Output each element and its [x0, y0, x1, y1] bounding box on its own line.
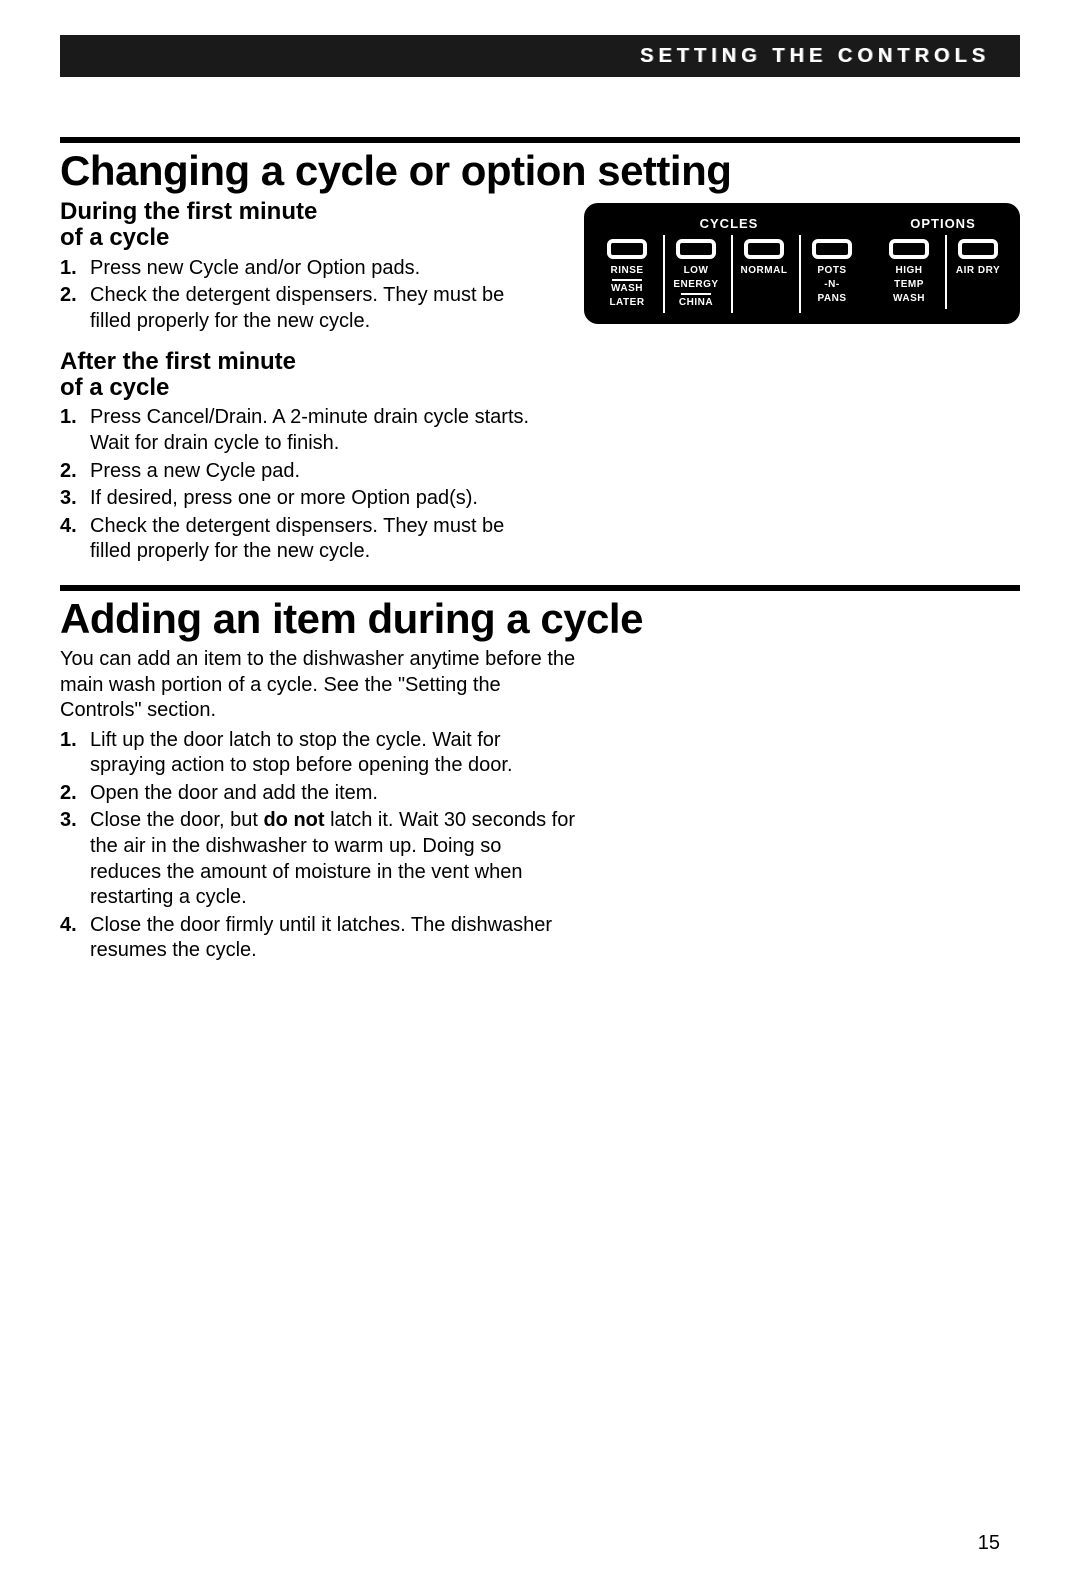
subhead-after: After the first minute of a cycle — [60, 349, 544, 402]
num: 1. — [60, 256, 82, 282]
adding-intro: You can add an item to the dishwasher an… — [60, 647, 577, 724]
list-item: 1. Press Cancel/Drain. A 2-minute drain … — [60, 405, 544, 456]
txt: If desired, press one or more Option pad… — [90, 486, 544, 512]
num: 2. — [60, 283, 82, 334]
list-item: 2. Open the door and add the item. — [60, 781, 577, 807]
num: 4. — [60, 913, 82, 964]
cycle-pad-1[interactable]: LOWENERGYCHINA — [663, 235, 727, 313]
seg: Close the door, but — [90, 809, 263, 831]
txt: Press a new Cycle pad. — [90, 459, 544, 485]
num: 4. — [60, 514, 82, 565]
list-item: 4. Check the detergent dispensers. They … — [60, 514, 544, 565]
pad-icon — [607, 239, 647, 259]
cycle-pad-0[interactable]: RINSEWASHLATER — [595, 235, 659, 313]
cycle-pad-2[interactable]: NORMAL — [731, 235, 795, 313]
list-adding: 1. Lift up the door latch to stop the cy… — [60, 728, 577, 964]
option-pad-1[interactable]: AIR DRY — [945, 235, 1009, 309]
pad-icon — [744, 239, 784, 259]
txt: Check the detergent dispensers. They mus… — [90, 514, 544, 565]
list-item: 2. Check the detergent dispensers. They … — [60, 283, 544, 334]
list-item: 2. Press a new Cycle pad. — [60, 459, 544, 485]
txt: Close the door, but do not latch it. Wai… — [90, 808, 577, 910]
txt: Open the door and add the item. — [90, 781, 577, 807]
list-after: 1. Press Cancel/Drain. A 2-minute drain … — [60, 405, 544, 565]
txt: Press Cancel/Drain. A 2-minute drain cyc… — [90, 405, 544, 456]
control-panel: CYCLES RINSEWASHLATER LOWENERGYCHINA NORMA… — [584, 203, 1020, 324]
section-title-change: Changing a cycle or option setting — [60, 147, 1020, 195]
options-row: HIGHTEMPWASH AIR DRY — [877, 235, 1009, 309]
cycles-row: RINSEWASHLATER LOWENERGYCHINA NORMAL POTS-N… — [595, 235, 863, 313]
subhead-after-line2: of a cycle — [60, 374, 169, 401]
cycles-group: CYCLES RINSEWASHLATER LOWENERGYCHINA NORMA… — [595, 214, 863, 313]
pad-label: AIR DRY — [956, 265, 1000, 277]
options-group: OPTIONS HIGHTEMPWASH AIR DRY — [877, 214, 1009, 313]
txt: Press new Cycle and/or Option pads. — [90, 256, 544, 282]
list-item: 1. Press new Cycle and/or Option pads. — [60, 256, 544, 282]
pad-label: POTS-N-PANS — [817, 265, 846, 305]
num: 1. — [60, 405, 82, 456]
list-during: 1. Press new Cycle and/or Option pads. 2… — [60, 256, 544, 335]
options-title: OPTIONS — [877, 214, 1009, 235]
header-title: SETTING THE CONTROLS — [640, 45, 990, 68]
pad-icon — [958, 239, 998, 259]
txt: Check the detergent dispensers. They mus… — [90, 283, 544, 334]
pad-label: NORMAL — [741, 265, 788, 277]
subhead-during-line2: of a cycle — [60, 224, 169, 251]
cycle-pad-3[interactable]: POTS-N-PANS — [799, 235, 863, 313]
num: 2. — [60, 459, 82, 485]
pad-label: HIGHTEMPWASH — [893, 265, 925, 305]
list-item: 4. Close the door firmly until it latche… — [60, 913, 577, 964]
num: 3. — [60, 808, 82, 910]
pad-icon — [812, 239, 852, 259]
seg-bold: do not — [263, 809, 324, 831]
pad-label: LOWENERGYCHINA — [673, 265, 718, 309]
cycles-title: CYCLES — [595, 214, 863, 235]
pad-icon — [676, 239, 716, 259]
subhead-during-line1: During the first minute — [60, 198, 317, 225]
num: 1. — [60, 728, 82, 779]
list-item: 3. Close the door, but do not latch it. … — [60, 808, 577, 910]
list-item: 3. If desired, press one or more Option … — [60, 486, 544, 512]
divider — [60, 585, 1020, 591]
num: 3. — [60, 486, 82, 512]
txt: Close the door firmly until it latches. … — [90, 913, 577, 964]
section-title-adding: Adding an item during a cycle — [60, 595, 1020, 643]
subhead-after-line1: After the first minute — [60, 348, 296, 375]
num: 2. — [60, 781, 82, 807]
divider — [60, 137, 1020, 143]
pad-icon — [889, 239, 929, 259]
list-item: 1. Lift up the door latch to stop the cy… — [60, 728, 577, 779]
page-number: 15 — [978, 1532, 1000, 1555]
header-bar: SETTING THE CONTROLS — [60, 35, 1020, 77]
txt: Lift up the door latch to stop the cycle… — [90, 728, 577, 779]
option-pad-0[interactable]: HIGHTEMPWASH — [877, 235, 941, 309]
pad-label: RINSEWASHLATER — [609, 265, 644, 309]
subhead-during: During the first minute of a cycle — [60, 199, 544, 252]
